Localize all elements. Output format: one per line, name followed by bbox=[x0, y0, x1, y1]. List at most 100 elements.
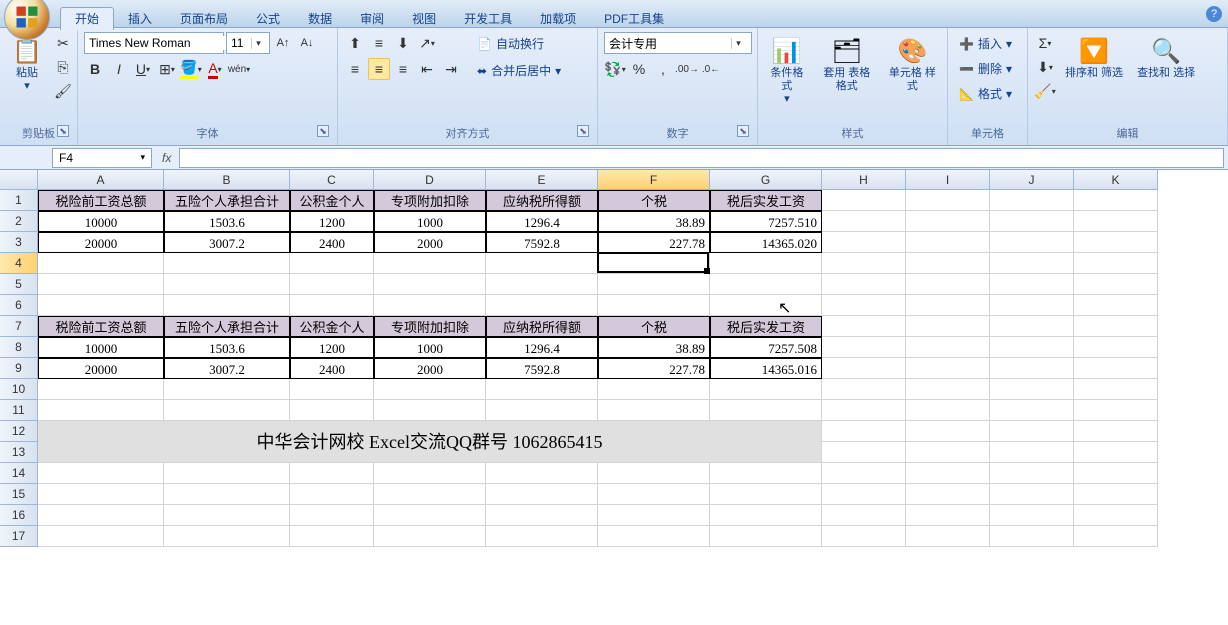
cell-B6[interactable] bbox=[164, 295, 290, 316]
cell-F15[interactable] bbox=[598, 484, 710, 505]
cell-H10[interactable] bbox=[822, 379, 906, 400]
cell-K7[interactable] bbox=[1074, 316, 1158, 337]
align-middle-icon[interactable]: ≡ bbox=[368, 32, 390, 54]
row-header-6[interactable]: 6 bbox=[0, 295, 38, 316]
cell-A2[interactable]: 10000 bbox=[38, 211, 164, 232]
fill-color-button[interactable]: 🪣▾ bbox=[180, 58, 202, 80]
align-top-icon[interactable]: ⬆ bbox=[344, 32, 366, 54]
cell-D9[interactable]: 2000 bbox=[374, 358, 486, 379]
cell-C17[interactable] bbox=[290, 526, 374, 547]
cell-C3[interactable]: 2400 bbox=[290, 232, 374, 253]
cell-C10[interactable] bbox=[290, 379, 374, 400]
cell-I4[interactable] bbox=[906, 253, 990, 274]
cell-E14[interactable] bbox=[486, 463, 598, 484]
cell-K5[interactable] bbox=[1074, 274, 1158, 295]
column-header-D[interactable]: D bbox=[374, 170, 486, 190]
font-size-combo[interactable]: ▾ bbox=[226, 32, 270, 54]
cell-H7[interactable] bbox=[822, 316, 906, 337]
cell-C16[interactable] bbox=[290, 505, 374, 526]
cell-I8[interactable] bbox=[906, 337, 990, 358]
cell-C7[interactable]: 公积金个人 bbox=[290, 316, 374, 337]
cell-A14[interactable] bbox=[38, 463, 164, 484]
cell-B1[interactable]: 五险个人承担合计 bbox=[164, 190, 290, 211]
increase-decimal-icon[interactable]: .00→ bbox=[676, 58, 698, 80]
cell-J13[interactable] bbox=[990, 442, 1074, 463]
cell-H8[interactable] bbox=[822, 337, 906, 358]
cell-G6[interactable] bbox=[710, 295, 822, 316]
row-header-16[interactable]: 16 bbox=[0, 505, 38, 526]
cut-icon[interactable]: ✂ bbox=[52, 32, 74, 54]
cell-C4[interactable] bbox=[290, 253, 374, 274]
copy-icon[interactable]: ⎘ bbox=[52, 56, 74, 78]
cell-B7[interactable]: 五险个人承担合计 bbox=[164, 316, 290, 337]
find-select-button[interactable]: 🔍查找和 选择 bbox=[1132, 32, 1200, 83]
tab-2[interactable]: 页面布局 bbox=[166, 8, 242, 30]
cell-G16[interactable] bbox=[710, 505, 822, 526]
shrink-font-icon[interactable]: A↓ bbox=[296, 32, 318, 54]
cell-F8[interactable]: 38.89 bbox=[598, 337, 710, 358]
cell-G1[interactable]: 税后实发工资 bbox=[710, 190, 822, 211]
cell-G10[interactable] bbox=[710, 379, 822, 400]
cell-F4[interactable] bbox=[598, 253, 710, 274]
cell-B2[interactable]: 1503.6 bbox=[164, 211, 290, 232]
column-header-F[interactable]: F bbox=[598, 170, 710, 190]
cell-H9[interactable] bbox=[822, 358, 906, 379]
cell-A4[interactable] bbox=[38, 253, 164, 274]
row-header-1[interactable]: 1 bbox=[0, 190, 38, 211]
cell-E6[interactable] bbox=[486, 295, 598, 316]
column-header-H[interactable]: H bbox=[822, 170, 906, 190]
bold-button[interactable]: B bbox=[84, 58, 106, 80]
cell-B10[interactable] bbox=[164, 379, 290, 400]
cell-F9[interactable]: 227.78 bbox=[598, 358, 710, 379]
cell-D2[interactable]: 1000 bbox=[374, 211, 486, 232]
tab-1[interactable]: 插入 bbox=[114, 8, 166, 30]
font-dialog-icon[interactable]: ⬊ bbox=[317, 125, 329, 137]
cell-H5[interactable] bbox=[822, 274, 906, 295]
cell-I1[interactable] bbox=[906, 190, 990, 211]
decrease-decimal-icon[interactable]: .0← bbox=[700, 58, 722, 80]
row-header-13[interactable]: 13 bbox=[0, 442, 38, 463]
cell-K17[interactable] bbox=[1074, 526, 1158, 547]
tab-6[interactable]: 视图 bbox=[398, 8, 450, 30]
cell-C15[interactable] bbox=[290, 484, 374, 505]
cell-F16[interactable] bbox=[598, 505, 710, 526]
table-format-button[interactable]: 🗂套用 表格格式 bbox=[814, 32, 880, 96]
cell-J4[interactable] bbox=[990, 253, 1074, 274]
cell-K13[interactable] bbox=[1074, 442, 1158, 463]
cell-E11[interactable] bbox=[486, 400, 598, 421]
cell-E16[interactable] bbox=[486, 505, 598, 526]
cell-C6[interactable] bbox=[290, 295, 374, 316]
cell-K12[interactable] bbox=[1074, 421, 1158, 442]
tab-3[interactable]: 公式 bbox=[242, 8, 294, 30]
tab-8[interactable]: 加载项 bbox=[526, 8, 590, 30]
indent-decrease-icon[interactable]: ⇤ bbox=[416, 58, 438, 80]
cell-G4[interactable] bbox=[710, 253, 822, 274]
fill-icon[interactable]: ⬇▾ bbox=[1034, 56, 1056, 78]
cell-B4[interactable] bbox=[164, 253, 290, 274]
autosum-icon[interactable]: Σ▾ bbox=[1034, 32, 1056, 54]
number-dialog-icon[interactable]: ⬊ bbox=[737, 125, 749, 137]
banner-cell[interactable]: 中华会计网校 Excel交流QQ群号 1062865415 bbox=[38, 421, 822, 463]
cell-E15[interactable] bbox=[486, 484, 598, 505]
cell-F6[interactable] bbox=[598, 295, 710, 316]
cell-K3[interactable] bbox=[1074, 232, 1158, 253]
cell-H14[interactable] bbox=[822, 463, 906, 484]
cell-E2[interactable]: 1296.4 bbox=[486, 211, 598, 232]
cell-F5[interactable] bbox=[598, 274, 710, 295]
cell-D4[interactable] bbox=[374, 253, 486, 274]
cell-D5[interactable] bbox=[374, 274, 486, 295]
row-header-12[interactable]: 12 bbox=[0, 421, 38, 442]
align-bottom-icon[interactable]: ⬇ bbox=[392, 32, 414, 54]
cell-F3[interactable]: 227.78 bbox=[598, 232, 710, 253]
row-header-9[interactable]: 9 bbox=[0, 358, 38, 379]
row-header-5[interactable]: 5 bbox=[0, 274, 38, 295]
tab-5[interactable]: 审阅 bbox=[346, 8, 398, 30]
cell-B17[interactable] bbox=[164, 526, 290, 547]
cell-A3[interactable]: 20000 bbox=[38, 232, 164, 253]
paste-button[interactable]: 📋 粘贴▾ bbox=[6, 32, 48, 96]
cell-H2[interactable] bbox=[822, 211, 906, 232]
cell-G9[interactable]: 14365.016 bbox=[710, 358, 822, 379]
cell-J7[interactable] bbox=[990, 316, 1074, 337]
cell-E10[interactable] bbox=[486, 379, 598, 400]
cell-B8[interactable]: 1503.6 bbox=[164, 337, 290, 358]
